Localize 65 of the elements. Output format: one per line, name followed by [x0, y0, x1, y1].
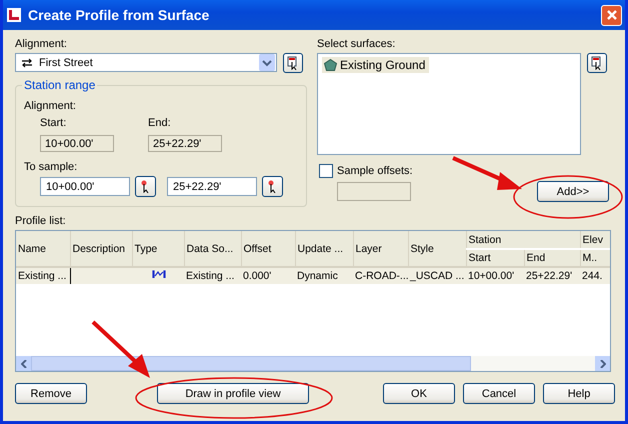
table-cell: _USCAD ...	[410, 270, 464, 282]
sample-start-field[interactable]: 10+00.00'	[40, 177, 130, 196]
column-header[interactable]: Layer	[353, 231, 408, 267]
window-title: Create Profile from Surface	[28, 7, 210, 23]
column-header[interactable]: Station	[466, 231, 580, 249]
table-cell: 0.000'	[243, 270, 272, 282]
column-header[interactable]: Offset	[241, 231, 295, 267]
scroll-left-icon	[20, 360, 26, 368]
pick-from-drawing-button[interactable]	[587, 53, 607, 73]
alignment-icon	[20, 58, 34, 68]
column-header[interactable]: Update ...	[295, 231, 353, 267]
alignment-label: Alignment:	[24, 100, 77, 112]
end-station-field: 25+22.29'	[148, 135, 222, 152]
scroll-right-icon	[600, 360, 606, 368]
profile-type-icon	[152, 270, 166, 279]
annotation-arrow	[452, 156, 522, 190]
to-sample-label: To sample:	[24, 161, 78, 173]
alignment-label: Alignment:	[15, 38, 68, 50]
close-button[interactable]	[601, 4, 622, 26]
profile-row[interactable]: Existing ... Existing ... 0.000' Dynamic C-ROAD-..._USCAD ... 10+00.00' 25+22.29' 244.	[16, 267, 610, 284]
column-header[interactable]: End	[524, 249, 580, 267]
sample-end-field[interactable]: 25+22.29'	[167, 177, 257, 196]
end-label: End:	[148, 117, 172, 129]
window-cursor-icon	[287, 56, 299, 70]
profile-list-label: Profile list:	[15, 215, 67, 227]
table-cell: Dynamic	[297, 270, 338, 282]
column-header[interactable]: Start	[466, 249, 524, 267]
table-cell: 10+00.00'	[468, 270, 514, 282]
annotation-arrow	[92, 320, 150, 378]
sample-offsets-label: Sample offsets:	[337, 165, 413, 177]
column-header[interactable]: Description	[70, 231, 132, 267]
close-icon	[606, 9, 618, 21]
pick-station-button[interactable]	[262, 176, 283, 197]
column-header[interactable]: M..	[580, 249, 610, 267]
sample-offsets-checkbox[interactable]	[319, 164, 333, 178]
add-button[interactable]: Add>>	[537, 181, 609, 202]
table-cell: 244.	[582, 270, 602, 282]
pick-station-button[interactable]	[135, 176, 156, 197]
pick-cursor-icon	[140, 180, 152, 193]
cancel-button[interactable]: Cancel	[463, 383, 535, 404]
pick-cursor-icon	[266, 180, 278, 193]
surface-icon	[324, 59, 337, 71]
draw-in-profile-view-button[interactable]: Draw in profile view	[157, 383, 309, 404]
column-header[interactable]: Style	[408, 231, 466, 267]
table-cell: Existing ...	[186, 270, 234, 282]
app-icon	[6, 7, 22, 23]
column-header[interactable]: Name	[16, 231, 70, 267]
window-cursor-icon	[591, 56, 603, 70]
alignment-dropdown[interactable]: First Street	[15, 53, 277, 72]
table-cell: Existing ...	[18, 270, 66, 282]
column-header[interactable]: Elev	[580, 231, 610, 249]
start-label: Start:	[40, 117, 68, 129]
ok-button[interactable]: OK	[383, 383, 455, 404]
help-button[interactable]: Help	[543, 383, 615, 404]
table-cell: C-ROAD-...	[355, 270, 408, 282]
column-header[interactable]: Data So...	[184, 231, 241, 267]
horizontal-scrollbar[interactable]	[16, 356, 610, 371]
pick-from-drawing-button[interactable]	[283, 53, 303, 73]
table-cell: 25+22.29'	[526, 270, 572, 282]
start-station-field: 10+00.00'	[40, 135, 114, 152]
remove-button[interactable]: Remove	[15, 383, 87, 404]
column-header[interactable]: Type	[132, 231, 184, 267]
select-surfaces-label: Select surfaces:	[317, 38, 396, 50]
group-title: Station range	[22, 78, 98, 92]
surface-item[interactable]: Existing Ground	[322, 57, 430, 73]
